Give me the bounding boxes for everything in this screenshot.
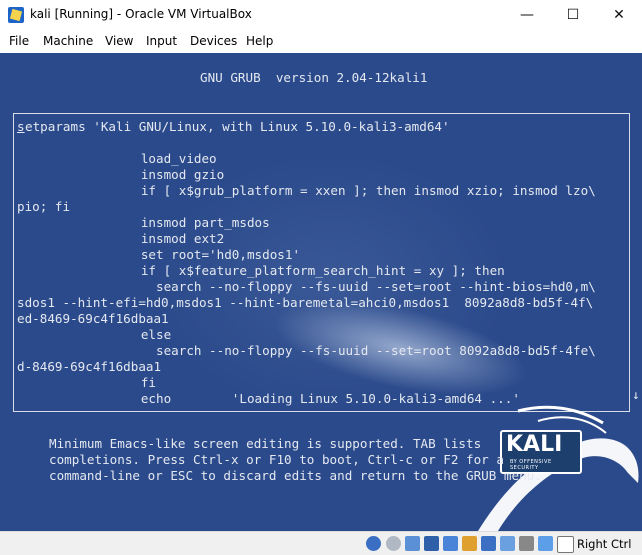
editor-line: insmod gzio — [65, 167, 225, 182]
virtualbox-app-icon[interactable] — [8, 7, 24, 23]
editor-line: pio; fi — [17, 199, 71, 214]
help-line: command-line or ESC to discard edits and… — [49, 468, 542, 483]
help-line: completions. Press Ctrl-x or F10 to boot… — [49, 452, 504, 467]
host-key-label: Right Ctrl — [577, 537, 632, 551]
close-icon: ✕ — [613, 7, 625, 23]
scroll-down-arrow-icon: ↓ — [632, 387, 640, 402]
cpu-icon[interactable] — [500, 536, 515, 551]
editor-line: load_video — [65, 151, 217, 166]
minimize-button[interactable]: — — [504, 0, 550, 30]
editor-line: if [ x$feature_platform_search_hint = xy… — [65, 263, 505, 278]
menu-view[interactable]: View — [105, 34, 133, 48]
editor-line: set root='hd0,msdos1' — [65, 247, 301, 262]
minimize-icon: — — [520, 7, 534, 23]
maximize-icon: ☐ — [566, 7, 580, 23]
menu-file[interactable]: File — [9, 34, 29, 48]
editor-line: else — [65, 327, 172, 342]
download-icon[interactable] — [538, 536, 553, 551]
editor-line: fi — [65, 375, 156, 390]
menu-bar: File Machine View Input Devices Help — [0, 30, 642, 53]
audio-icon[interactable] — [386, 536, 401, 551]
editor-line: echo 'Loading Linux 5.10.0-kali3-amd64 .… — [65, 391, 520, 406]
editor-line: search --no-floppy --fs-uuid --set=root … — [65, 343, 596, 358]
menu-help[interactable]: Help — [246, 34, 273, 48]
menu-input[interactable]: Input — [146, 34, 177, 48]
menu-devices[interactable]: Devices — [190, 34, 237, 48]
window-title: kali [Running] - Oracle VM VirtualBox — [30, 7, 252, 21]
grub-header: GNU GRUB version 2.04-12kali1 — [200, 70, 428, 85]
network-icon[interactable] — [405, 536, 420, 551]
kali-logo-text: KALI — [506, 432, 563, 457]
vm-display[interactable]: GNU GRUB version 2.04-12kali1 s etparams… — [0, 53, 642, 531]
maximize-button[interactable]: ☐ — [550, 0, 596, 30]
video-capture-icon[interactable] — [481, 536, 496, 551]
text-cursor: s — [17, 119, 25, 134]
shared-folders-icon[interactable] — [443, 536, 458, 551]
close-button[interactable]: ✕ — [596, 0, 642, 30]
title-bar: kali [Running] - Oracle VM VirtualBox — … — [0, 0, 642, 30]
display-icon[interactable] — [462, 536, 477, 551]
help-line: Minimum Emacs-like screen editing is sup… — [49, 436, 482, 451]
usb-icon[interactable] — [424, 536, 439, 551]
mouse-integration-icon[interactable] — [519, 536, 534, 551]
menu-machine[interactable]: Machine — [43, 34, 93, 48]
editor-line: sdos1 --hint-efi=hd0,msdos1 --hint-barem… — [17, 295, 594, 310]
editor-line: insmod ext2 — [65, 231, 225, 246]
host-key-arrow-icon — [557, 536, 574, 553]
editor-line: d-8469-69c4f16dbaa1 — [17, 359, 162, 374]
editor-line: if [ x$grub_platform = xxen ]; then insm… — [65, 183, 596, 198]
status-bar: Right Ctrl — [0, 531, 642, 555]
editor-line: search --no-floppy --fs-uuid --set=root … — [65, 279, 596, 294]
editor-line: etparams 'Kali GNU/Linux, with Linux 5.1… — [25, 119, 450, 134]
editor-line: ed-8469-69c4f16dbaa1 — [17, 311, 169, 326]
optical-drive-icon[interactable] — [366, 536, 381, 551]
editor-line: insmod part_msdos — [65, 215, 270, 230]
